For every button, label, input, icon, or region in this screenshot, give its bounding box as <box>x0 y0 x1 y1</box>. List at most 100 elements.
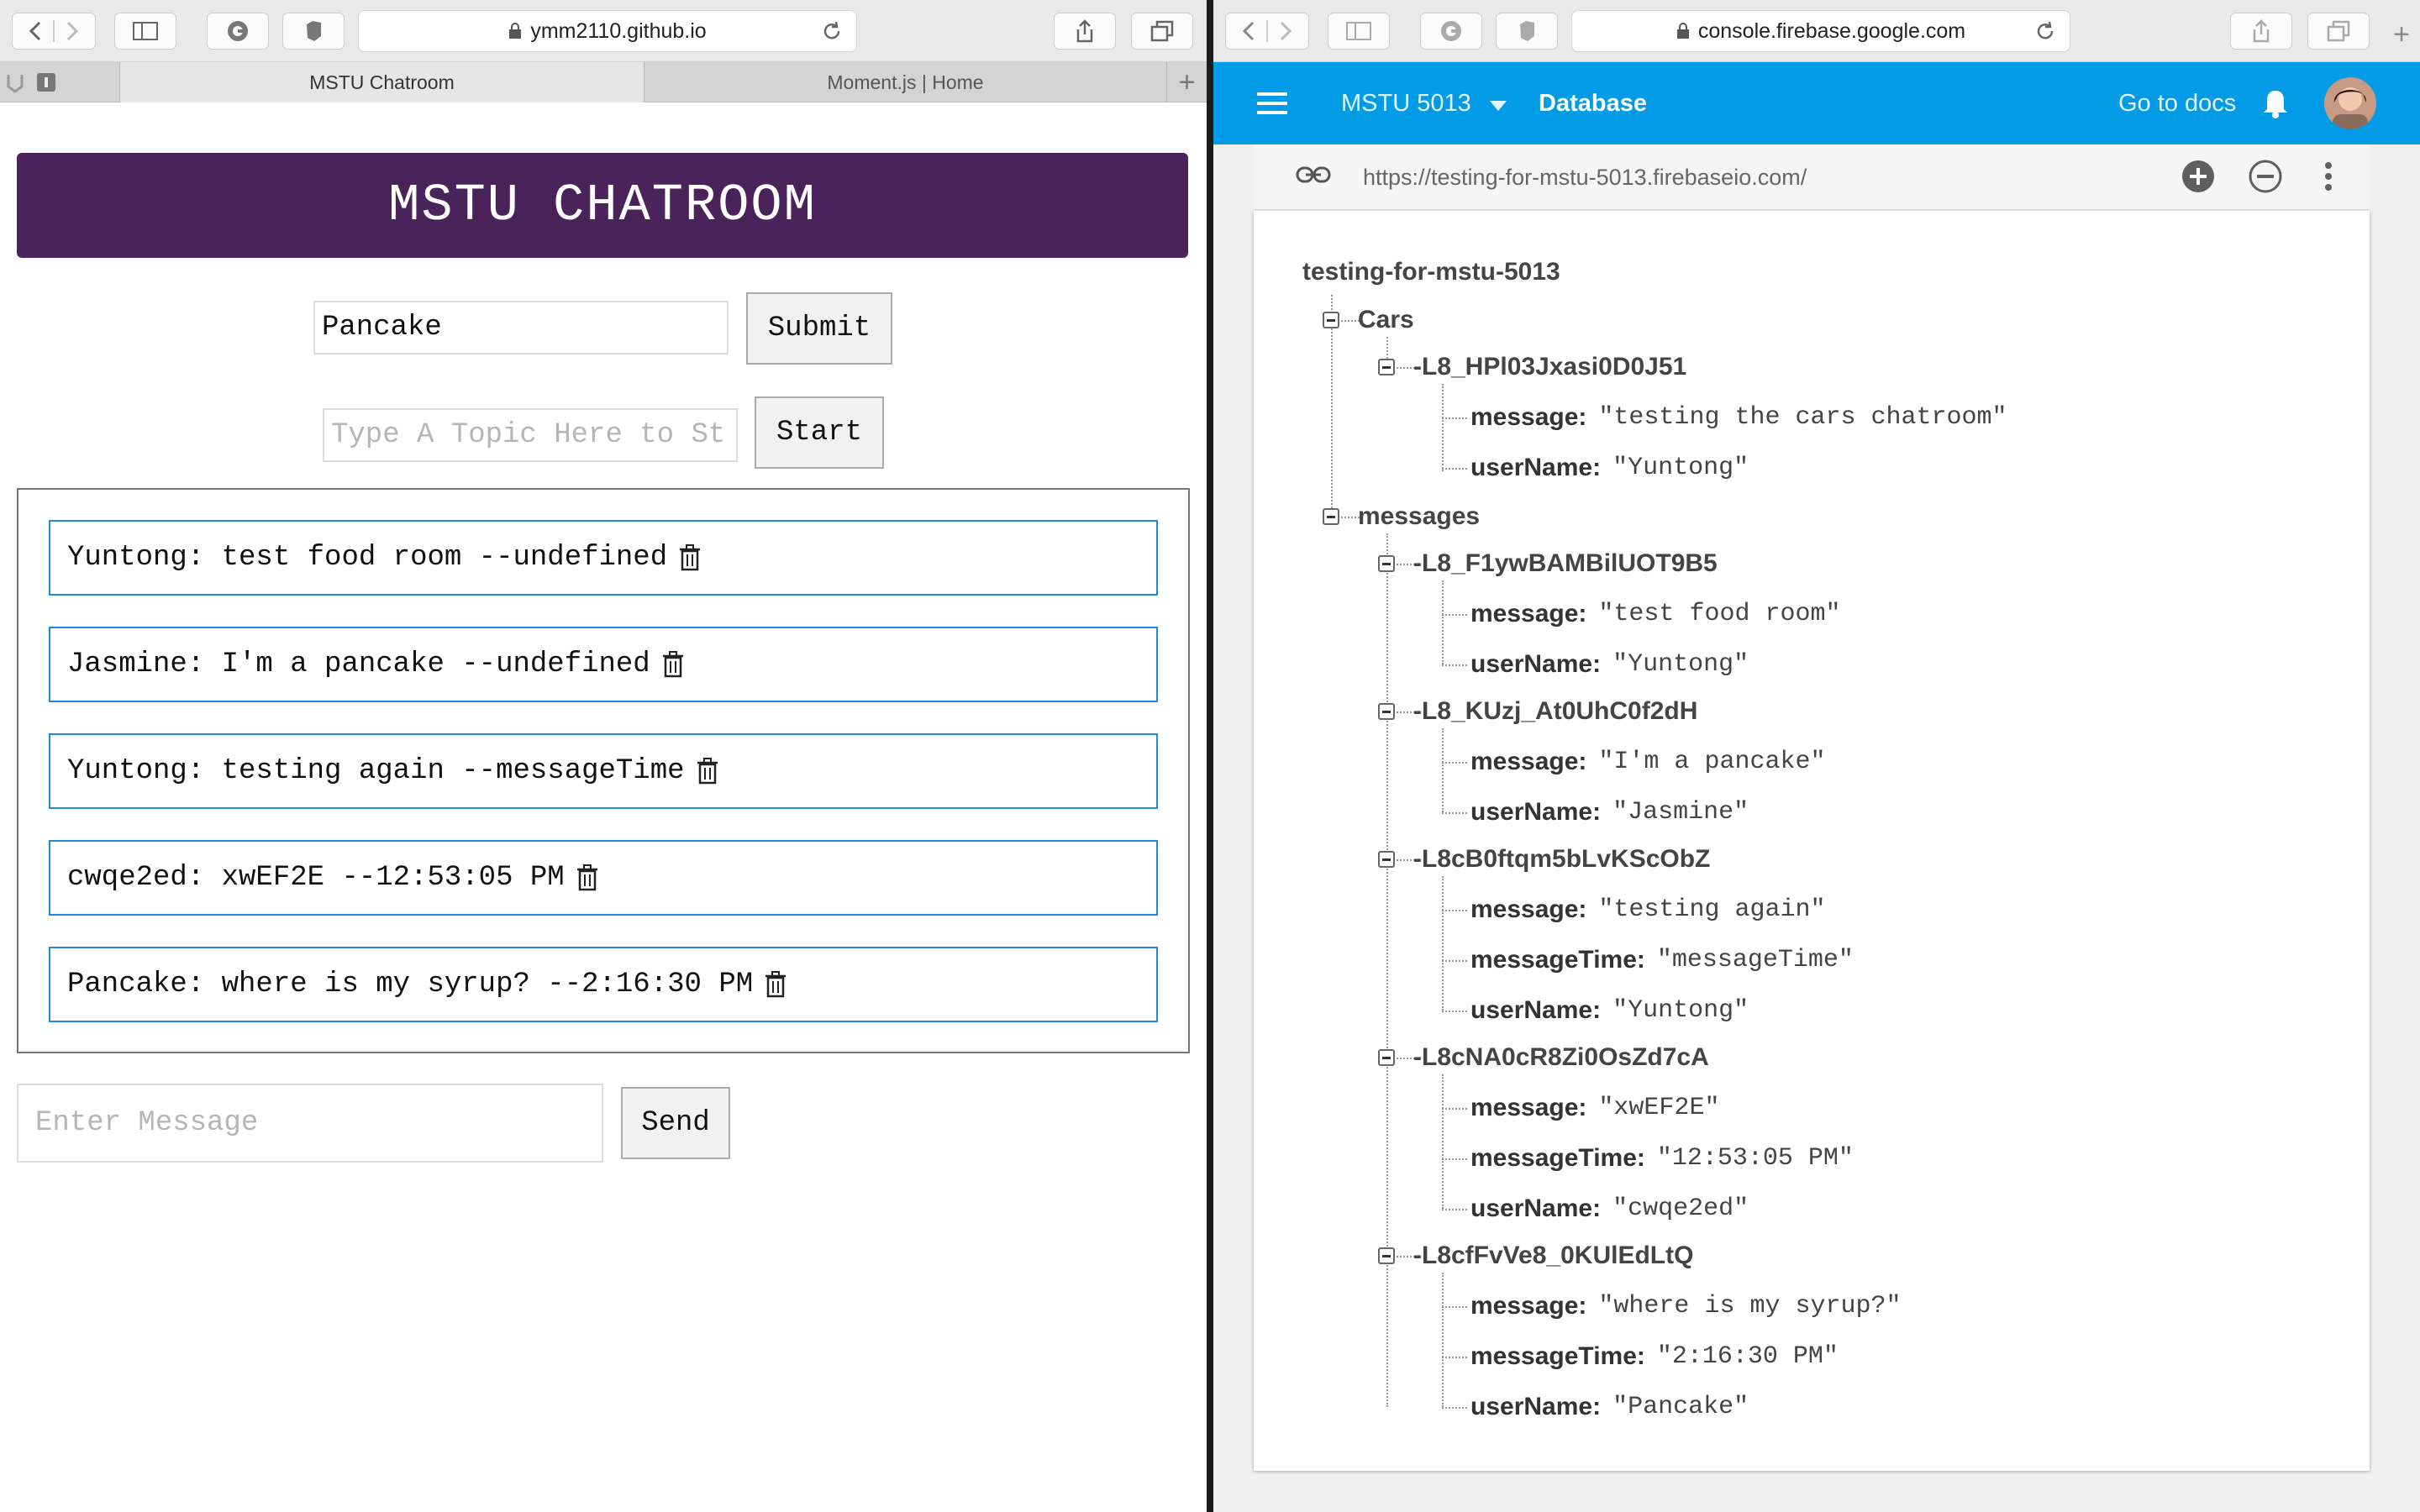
message-text: Yuntong: test food room --undefined <box>67 542 668 574</box>
share-button[interactable] <box>1054 13 1116 50</box>
trash-icon[interactable] <box>697 758 718 785</box>
collapse-toggle[interactable] <box>1378 851 1395 868</box>
tree-node-id[interactable]: -L8cNA0cR8Zi0OsZd7cA <box>1413 1041 1709 1074</box>
sidebar-icon <box>1346 22 1371 40</box>
collapse-toggle[interactable] <box>1378 1049 1395 1066</box>
list-item: Jasmine: I'm a pancake --undefined <box>49 627 1158 702</box>
evernote-icon <box>307 21 321 41</box>
collapse-toggle[interactable] <box>1323 312 1339 328</box>
tree-leaf[interactable]: message: "testing the cars chatroom" <box>1470 401 2007 434</box>
tree-leaf[interactable]: userName: "Yuntong" <box>1470 451 1749 485</box>
sidebar-toggle-button[interactable] <box>1328 13 1390 50</box>
new-tab-button[interactable]: + <box>2385 18 2418 52</box>
tree-root[interactable]: testing-for-mstu-5013 <box>1302 255 1560 289</box>
evernote-icon <box>1520 21 1534 41</box>
tree-leaf[interactable]: userName: "Yuntong" <box>1470 648 1749 681</box>
right-address-text: console.firebase.google.com <box>1697 18 1966 43</box>
collapse-toggle[interactable] <box>1378 1247 1395 1264</box>
tab-mstu-chatroom[interactable]: MSTU Chatroom <box>119 62 644 102</box>
collapse-toggle[interactable] <box>1323 508 1339 525</box>
tree-leaf[interactable]: messageTime: "2:16:30 PM" <box>1470 1340 1839 1373</box>
add-node-icon[interactable] <box>2181 160 2215 197</box>
grammarly-extension-button[interactable] <box>1420 13 1482 50</box>
tabs-overview-icon <box>1150 20 1174 42</box>
collapse-toggle[interactable] <box>1378 703 1395 720</box>
tree-node-messages[interactable]: messages <box>1358 500 1480 533</box>
evernote-extension-button[interactable] <box>1496 13 1558 50</box>
tree-node-id[interactable]: -L8_HPl03Jxasi0D0J51 <box>1413 350 1686 384</box>
link-icon <box>1296 165 1331 189</box>
trash-icon[interactable] <box>576 864 598 891</box>
evernote-extension-button[interactable] <box>282 13 345 50</box>
trash-icon[interactable] <box>662 651 684 678</box>
tree-leaf[interactable]: userName: "cwqe2ed" <box>1470 1192 1749 1226</box>
more-options-icon[interactable] <box>2324 161 2333 196</box>
window-divider <box>1207 0 1213 1512</box>
tree-leaf[interactable]: userName: "Yuntong" <box>1470 994 1749 1027</box>
collapse-toggle[interactable] <box>1378 359 1395 375</box>
new-tab-button[interactable]: + <box>1166 62 1207 102</box>
lock-icon <box>508 23 522 39</box>
trash-icon[interactable] <box>765 971 786 998</box>
project-name: MSTU 5013 <box>1341 89 1471 117</box>
left-browser-window: ymm2110.github.io MSTU Chatroom Moment.j… <box>0 0 1207 1512</box>
left-address-bar[interactable]: ymm2110.github.io <box>358 10 857 52</box>
tree-node-id[interactable]: -L8cfFvVe8_0KUlEdLtQ <box>1413 1239 1693 1273</box>
avatar[interactable] <box>2324 77 2376 129</box>
tree-leaf[interactable]: message: "testing again" <box>1470 893 1825 927</box>
reload-icon[interactable] <box>821 20 843 48</box>
topic-input[interactable]: Type A Topic Here to St <box>323 408 738 462</box>
right-browser-toolbar: console.firebase.google.com + <box>1213 0 2420 62</box>
go-to-docs-link[interactable]: Go to docs <box>2118 62 2236 144</box>
message-text: Jasmine: I'm a pancake --undefined <box>67 648 650 680</box>
tabs-overview-button[interactable] <box>2307 13 2370 50</box>
list-item: cwqe2ed: xwEF2E --12:53:05 PM <box>49 840 1158 916</box>
message-list: Yuntong: test food room --undefined Jasm… <box>17 488 1190 1053</box>
grammarly-icon <box>228 21 248 41</box>
pinned-tabs[interactable] <box>0 62 59 102</box>
submit-button[interactable]: Submit <box>746 292 892 365</box>
tree-leaf[interactable]: message: "I'm a pancake" <box>1470 745 1825 779</box>
back-forward-buttons[interactable] <box>12 13 96 50</box>
list-item: Pancake: where is my syrup? --2:16:30 PM <box>49 947 1158 1022</box>
name-input[interactable]: Pancake <box>313 301 729 354</box>
tree-node-id[interactable]: -L8cB0ftqm5bLvKScObZ <box>1413 843 1710 876</box>
tree-leaf[interactable]: userName: "Jasmine" <box>1470 795 1749 829</box>
tree-leaf[interactable]: message: "test food room" <box>1470 597 1840 631</box>
hamburger-menu-icon[interactable] <box>1257 91 1287 120</box>
lock-icon <box>1676 23 1690 39</box>
tree-leaf[interactable]: messageTime: "messageTime" <box>1470 943 1854 977</box>
sidebar-toggle-button[interactable] <box>114 13 176 50</box>
firebase-app-bar: MSTU 5013 Database Go to docs <box>1213 62 2420 144</box>
tree-leaf[interactable]: messageTime: "12:53:05 PM" <box>1470 1142 1854 1175</box>
project-selector[interactable]: MSTU 5013 <box>1341 62 1507 144</box>
message-text: Yuntong: testing again --messageTime <box>67 755 685 787</box>
message-input[interactable]: Enter Message <box>17 1084 603 1163</box>
start-button[interactable]: Start <box>755 396 884 469</box>
database-url[interactable]: https://testing-for-mstu-5013.firebaseio… <box>1363 144 1807 210</box>
trash-icon[interactable] <box>679 544 701 571</box>
tab-moment-js[interactable]: Moment.js | Home <box>644 62 1166 102</box>
share-icon <box>1076 19 1093 43</box>
list-item: Yuntong: test food room --undefined <box>49 520 1158 596</box>
tree-leaf[interactable]: message: "xwEF2E" <box>1470 1091 1719 1125</box>
tree-node-id[interactable]: -L8_KUzj_At0UhC0f2dH <box>1413 695 1697 728</box>
right-address-bar[interactable]: console.firebase.google.com <box>1571 10 2070 52</box>
back-forward-icon <box>29 20 79 42</box>
notifications-bell-icon[interactable] <box>2262 87 2289 123</box>
remove-node-icon[interactable] <box>2249 160 2282 197</box>
send-button[interactable]: Send <box>621 1087 730 1159</box>
collapse-toggle[interactable] <box>1378 555 1395 572</box>
left-address-text: ymm2110.github.io <box>530 18 707 43</box>
back-forward-buttons[interactable] <box>1225 13 1309 50</box>
left-browser-toolbar: ymm2110.github.io <box>0 0 1207 62</box>
tree-node-id[interactable]: -L8_F1ywBAMBilUOT9B5 <box>1413 547 1718 580</box>
tree-node-cars[interactable]: Cars <box>1358 303 1414 337</box>
tabs-overview-button[interactable] <box>1131 13 1193 50</box>
reload-icon[interactable] <box>2034 20 2056 48</box>
chat-title: MSTU CHATROOM <box>17 153 1188 258</box>
share-button[interactable] <box>2230 13 2292 50</box>
tree-leaf[interactable]: userName: "Pancake" <box>1470 1390 1749 1424</box>
tree-leaf[interactable]: message: "where is my syrup?" <box>1470 1289 1901 1323</box>
grammarly-extension-button[interactable] <box>207 13 269 50</box>
